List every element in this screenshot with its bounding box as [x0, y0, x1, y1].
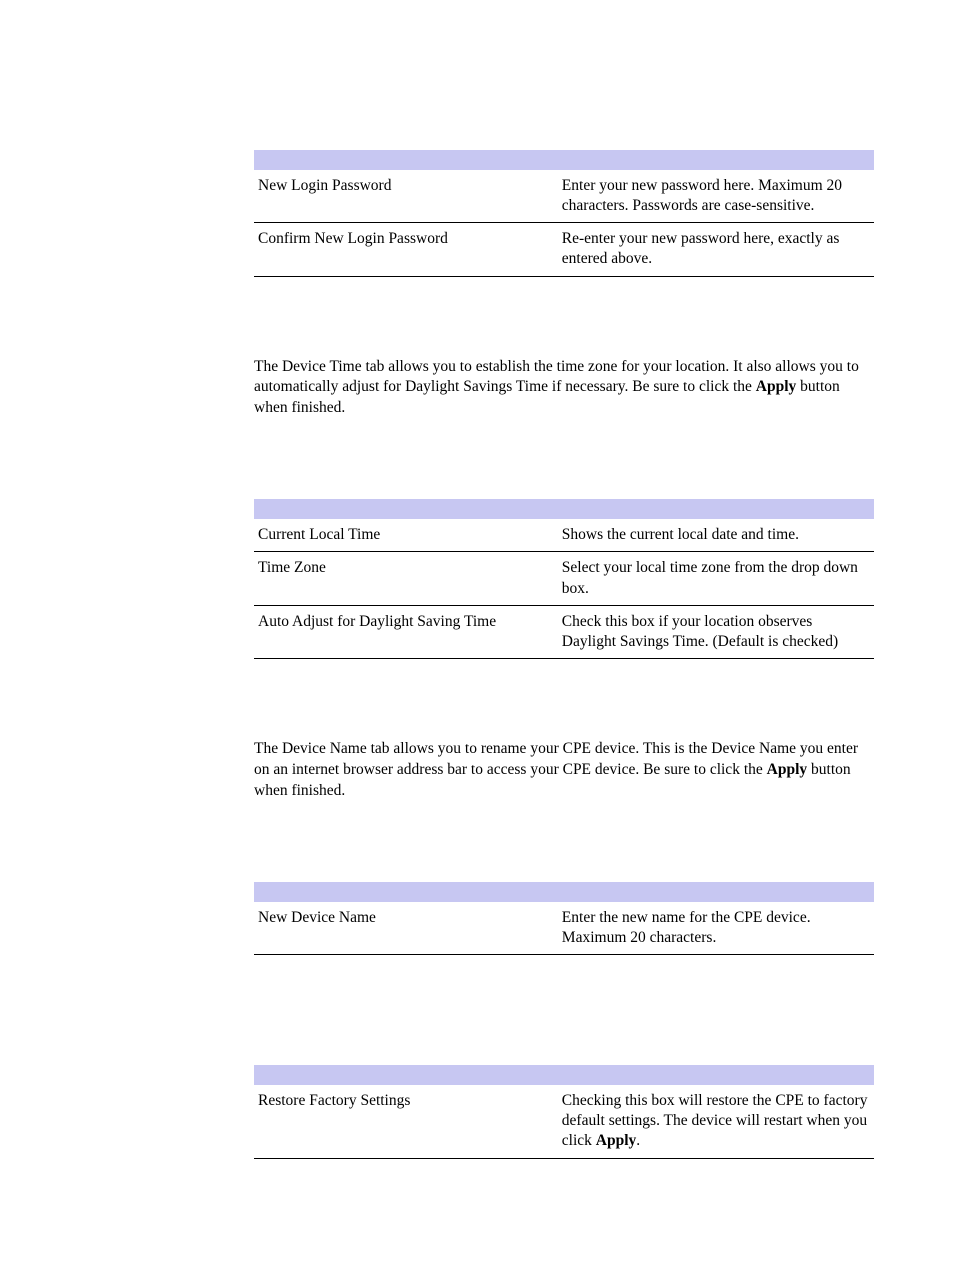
field-description: Check this box if your location observes… — [558, 605, 874, 658]
field-description: Checking this box will restore the CPE t… — [558, 1085, 874, 1158]
table-header-band — [254, 1065, 874, 1085]
field-description: Select your local time zone from the dro… — [558, 552, 874, 605]
table-row: Time Zone Select your local time zone fr… — [254, 552, 874, 605]
table-row: Confirm New Login Password Re-enter your… — [254, 223, 874, 276]
device-name-paragraph: The Device Name tab allows you to rename… — [254, 739, 874, 802]
table-header-band — [254, 882, 874, 902]
field-label: Restore Factory Settings — [254, 1085, 558, 1158]
password-table: New Login Password Enter your new passwo… — [254, 150, 874, 277]
apply-bold: Apply — [767, 761, 808, 778]
table-row: New Device Name Enter the new name for t… — [254, 902, 874, 955]
table-row: Current Local Time Shows the current loc… — [254, 519, 874, 552]
field-label: Confirm New Login Password — [254, 223, 558, 276]
apply-bold: Apply — [756, 378, 797, 395]
table-row: Restore Factory Settings Checking this b… — [254, 1085, 874, 1158]
table-header-band — [254, 150, 874, 170]
field-description: Re-enter your new password here, exactly… — [558, 223, 874, 276]
field-label: Current Local Time — [254, 519, 558, 552]
table-row: Auto Adjust for Daylight Saving Time Che… — [254, 605, 874, 658]
restore-factory-table: Restore Factory Settings Checking this b… — [254, 1065, 874, 1158]
apply-bold: Apply — [596, 1132, 637, 1149]
table-header-band — [254, 499, 874, 519]
device-time-table: Current Local Time Shows the current loc… — [254, 499, 874, 659]
field-label: New Device Name — [254, 902, 558, 955]
field-description: Shows the current local date and time. — [558, 519, 874, 552]
table-row: New Login Password Enter your new passwo… — [254, 170, 874, 223]
field-description: Enter your new password here. Maximum 20… — [558, 170, 874, 223]
device-time-paragraph: The Device Time tab allows you to establ… — [254, 357, 874, 420]
field-label: Auto Adjust for Daylight Saving Time — [254, 605, 558, 658]
field-description: Enter the new name for the CPE device. M… — [558, 902, 874, 955]
field-label: New Login Password — [254, 170, 558, 223]
description-text: . — [636, 1132, 640, 1149]
field-label: Time Zone — [254, 552, 558, 605]
device-name-table: New Device Name Enter the new name for t… — [254, 882, 874, 955]
document-page: New Login Password Enter your new passwo… — [0, 0, 954, 1279]
